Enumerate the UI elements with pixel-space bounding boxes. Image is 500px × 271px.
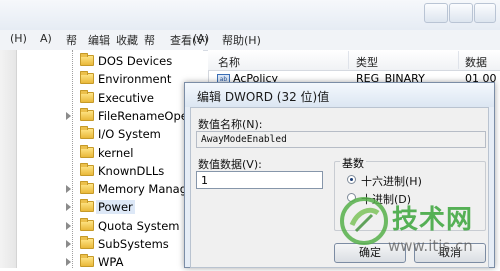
menu-item-help[interactable]: (H) <box>10 32 27 48</box>
folder-icon <box>80 199 94 213</box>
folder-icon <box>80 89 94 103</box>
watermark-logo-icon <box>340 197 388 245</box>
maximize-button[interactable] <box>449 3 473 23</box>
column-divider[interactable] <box>348 51 349 69</box>
watermark-url: www.itjs.cn <box>388 237 473 255</box>
menu-item-fragment[interactable]: A) <box>40 32 52 48</box>
folder-icon <box>80 144 94 158</box>
watermark-brand: 技术网 <box>392 205 474 235</box>
base-group-label: 基数 <box>340 155 366 171</box>
menu-item-favorites[interactable]: 收藏 <box>116 32 138 48</box>
folder-icon <box>80 162 94 176</box>
value-name-field: AwayModeEnabled <box>196 131 486 148</box>
tree-item-label: Executive <box>98 90 154 105</box>
expand-arrow-icon[interactable] <box>66 203 71 212</box>
folder-icon <box>80 236 94 249</box>
tree-item-label: Power <box>96 200 135 215</box>
tree-item-label: DOS Devices <box>98 54 173 68</box>
expand-arrow-icon[interactable] <box>66 258 71 267</box>
tree-scrollbar[interactable] <box>0 50 17 268</box>
value-data-input[interactable]: 1 <box>196 171 323 189</box>
expand-arrow-icon[interactable] <box>66 221 71 230</box>
folder-icon <box>80 71 94 85</box>
close-button[interactable] <box>474 3 496 23</box>
folder-icon <box>80 217 94 231</box>
tree-item-label: FileRenameOper <box>98 108 193 123</box>
folder-icon <box>80 181 94 195</box>
menu-item-help-2[interactable]: 帮 <box>66 32 77 48</box>
tree-item-label: I/O System <box>98 127 161 142</box>
folder-icon <box>80 254 94 268</box>
value-name-label: 数值名称(N): <box>198 118 263 131</box>
column-name-header[interactable]: 名称 <box>218 54 240 70</box>
site-watermark: 技术网 www.itjs.cn <box>338 195 496 263</box>
tree-item-label: kernel <box>98 145 134 160</box>
column-header <box>208 50 500 71</box>
menu-item-help-4[interactable]: 帮助(H) <box>222 32 261 48</box>
tree-item[interactable]: DOS Devices <box>60 52 210 70</box>
tree-item-label: KnownDLLs <box>98 163 165 178</box>
hex-radio[interactable] <box>347 175 356 184</box>
minimize-button[interactable] <box>424 3 448 23</box>
dialog-title: 编辑 DWORD (32 位)值 <box>197 90 330 104</box>
tree-item-label: Environment <box>98 72 172 87</box>
folder-icon <box>80 53 94 66</box>
expand-arrow-icon[interactable] <box>66 185 71 194</box>
tree-item-label: SubSystems <box>98 237 169 251</box>
column-divider[interactable] <box>458 51 459 69</box>
column-data-header[interactable]: 数据 <box>465 54 487 70</box>
expand-arrow-icon[interactable] <box>66 111 71 120</box>
column-type-header[interactable]: 类型 <box>356 54 378 70</box>
folder-icon <box>80 107 94 121</box>
window-title-bar <box>0 0 500 30</box>
folder-icon <box>80 126 94 140</box>
tree-item-label: Memory Manag <box>98 182 188 197</box>
tree-item-label: Quota System <box>98 218 180 233</box>
expand-arrow-icon[interactable] <box>66 240 71 248</box>
value-data-label: 数值数据(V): <box>198 158 262 171</box>
menu-item-edit[interactable]: 编辑 <box>88 32 110 48</box>
tree-item-label: WPA <box>98 255 124 270</box>
menu-item-help-3[interactable]: 帮 <box>144 32 155 48</box>
menu-item-favorites-2[interactable]: (A) <box>193 32 209 48</box>
hex-radio-label[interactable]: 十六进制(H) <box>361 173 422 189</box>
